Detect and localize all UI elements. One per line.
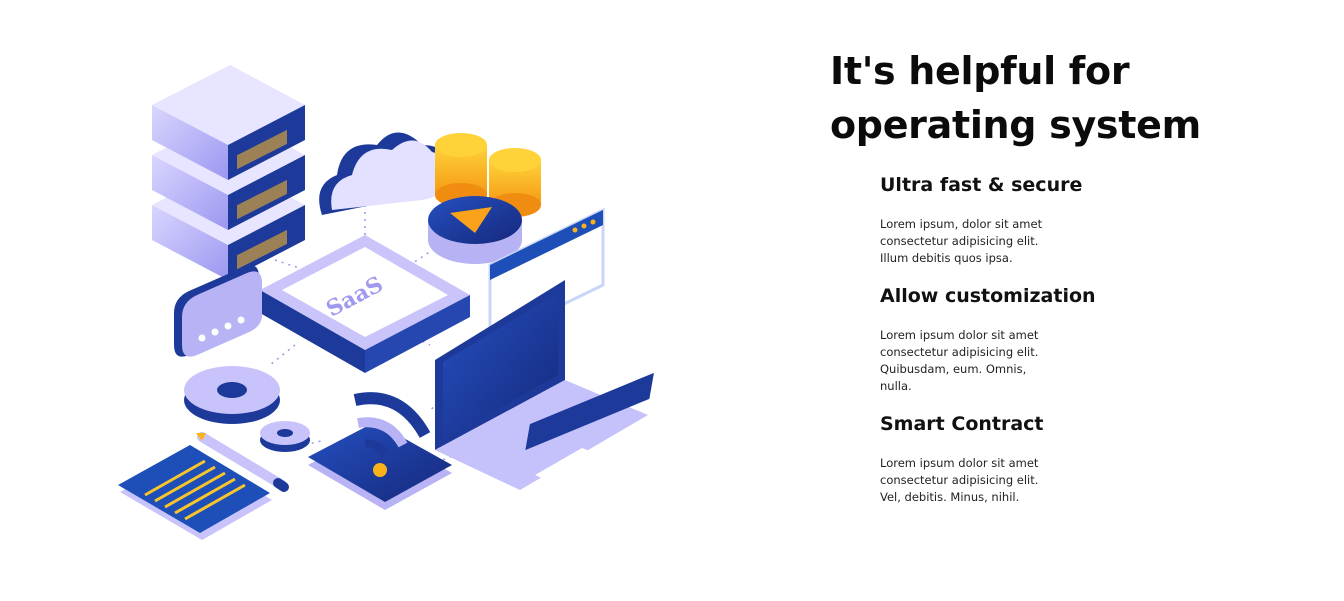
- play-icon: [428, 196, 522, 264]
- feature-description: Lorem ipsum dolor sit amet consectetur a…: [880, 456, 1039, 504]
- cloud-icon: [319, 132, 452, 215]
- feature-title: Smart Contract: [880, 413, 1044, 435]
- feature-title: Ultra fast & secure: [880, 174, 1083, 196]
- feature-item: Ultra fast & secure Lorem ipsum, dolor s…: [880, 172, 1330, 267]
- document-icon: [118, 445, 272, 540]
- phone-icon: [308, 422, 452, 510]
- page-title: It's helpful for operating system: [830, 49, 1201, 147]
- feature-title: Allow customization: [880, 285, 1096, 307]
- feature-item: Smart Contract Lorem ipsum dolor sit ame…: [880, 411, 1330, 506]
- server-icon: [152, 65, 305, 280]
- saas-chip: SaaS: [260, 235, 470, 373]
- content-column: It's helpful for operating system Ultra …: [830, 44, 1330, 522]
- feature-description: Lorem ipsum dolor sit amet consectetur a…: [880, 328, 1039, 393]
- chat-bubble-icon: [174, 265, 262, 357]
- saas-illustration: SaaS: [110, 55, 670, 555]
- feature-item: Allow customization Lorem ipsum dolor si…: [880, 283, 1330, 395]
- feature-description: Lorem ipsum, dolor sit amet consectetur …: [880, 217, 1043, 265]
- feature-list: Ultra fast & secure Lorem ipsum, dolor s…: [880, 172, 1330, 506]
